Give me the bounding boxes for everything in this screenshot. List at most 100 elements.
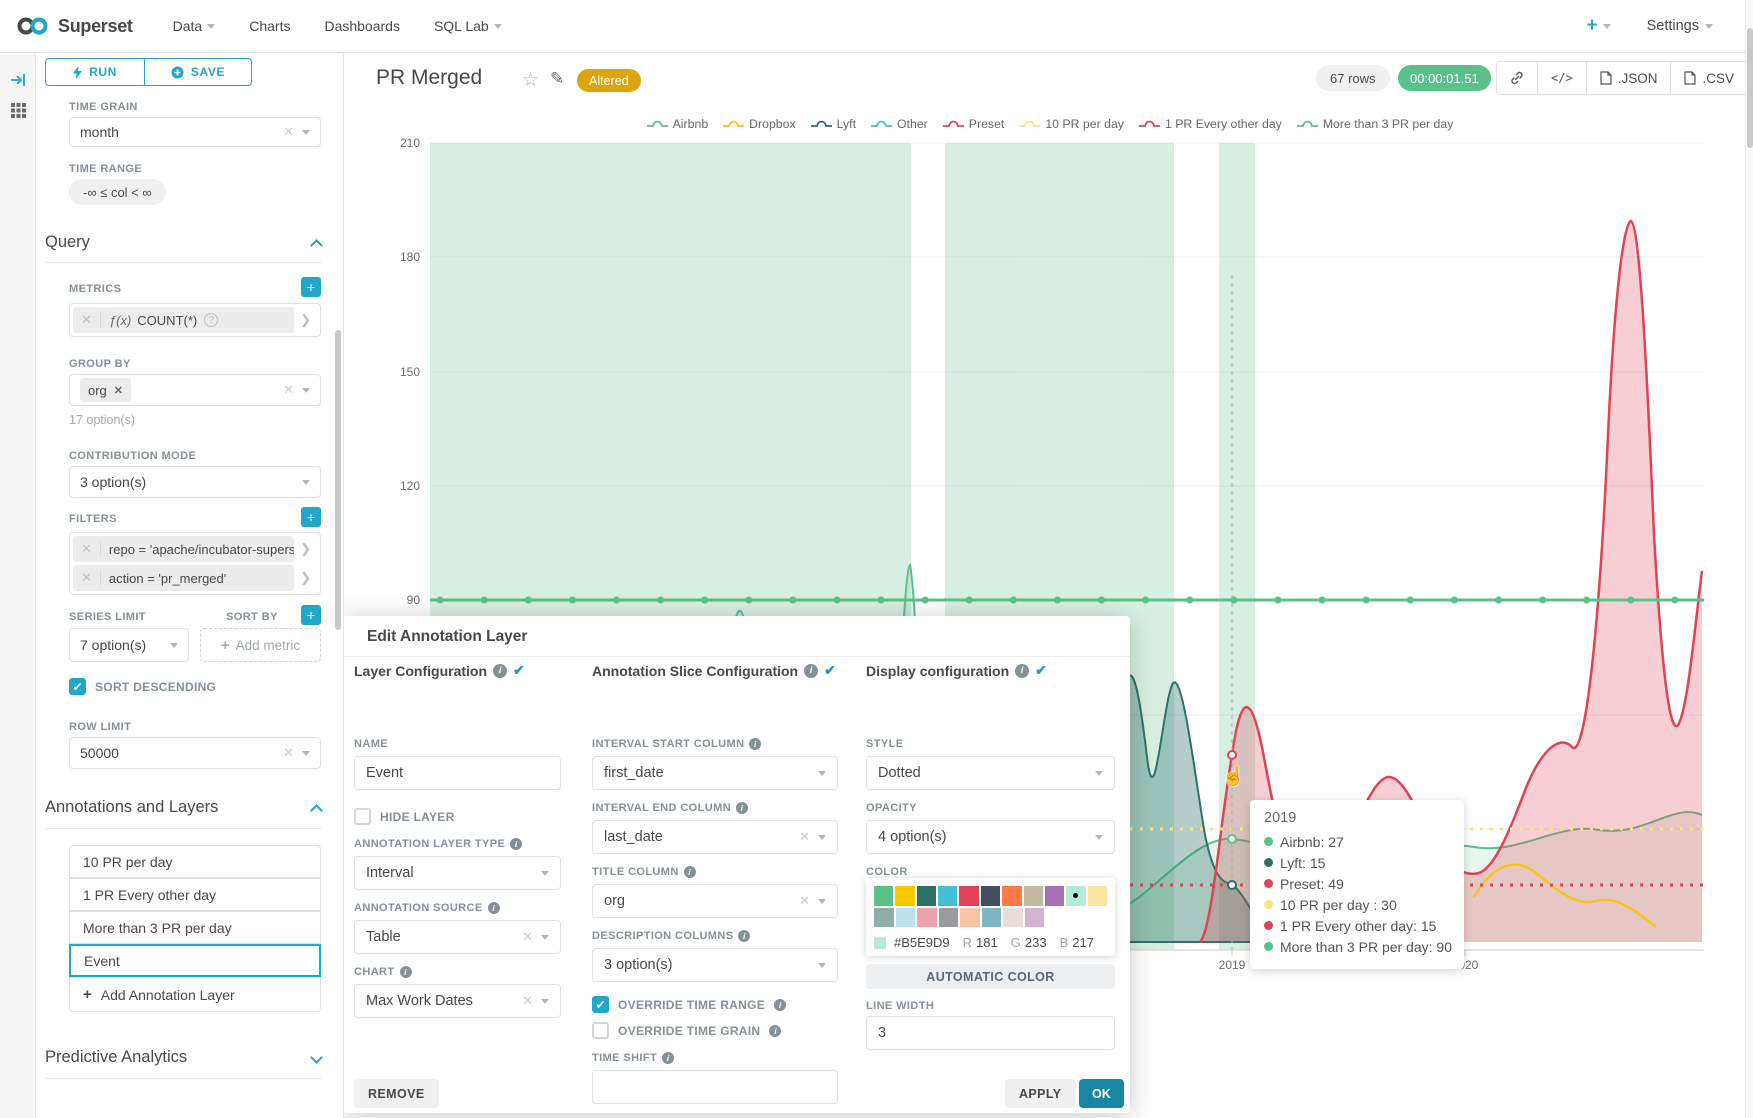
override-time-range-checkbox[interactable]: ✔ — [592, 996, 609, 1013]
nav-item-data[interactable]: Data — [173, 18, 216, 34]
clear-icon[interactable]: ✕ — [283, 745, 294, 761]
metric-chip[interactable]: ✕ ƒ(x) COUNT(*) ? — [73, 307, 294, 333]
color-swatch[interactable] — [1045, 886, 1064, 906]
color-swatch[interactable] — [1024, 886, 1043, 906]
color-swatch[interactable] — [917, 908, 937, 928]
remove-filter-icon[interactable]: ✕ — [73, 541, 101, 557]
run-button[interactable]: RUN — [45, 58, 145, 86]
save-button[interactable]: SAVE — [145, 58, 252, 86]
legend-item[interactable]: Preset — [943, 117, 1005, 131]
style-select[interactable]: Dotted — [866, 756, 1115, 790]
export-csv-button[interactable]: .CSV — [1671, 62, 1748, 94]
filter-chip[interactable]: ✕ repo = 'apache/incubator-supers... — [73, 536, 294, 562]
color-swatch[interactable] — [896, 908, 916, 928]
add-sort-metric-icon-button[interactable]: + — [301, 605, 321, 625]
new-item-button[interactable]: + — [1586, 15, 1610, 37]
hex-value[interactable]: #B5E9D9 — [894, 935, 950, 950]
line-width-input[interactable] — [866, 1016, 1115, 1050]
interval-start-select[interactable]: first_date — [592, 756, 838, 790]
r-value[interactable]: 181 — [976, 935, 998, 950]
color-swatch[interactable] — [981, 886, 1000, 906]
remove-button[interactable]: REMOVE — [354, 1079, 439, 1108]
apply-button[interactable]: APPLY — [1005, 1079, 1076, 1108]
title-column-select[interactable]: org ✕ — [592, 884, 838, 918]
nav-item-dashboards[interactable]: Dashboards — [324, 18, 400, 34]
superset-logo[interactable]: Superset — [16, 15, 133, 37]
chart-select[interactable]: Max Work Dates ✕ — [354, 984, 561, 1018]
remove-chip-icon[interactable]: ✕ — [114, 384, 123, 397]
remove-metric-icon[interactable]: ✕ — [73, 312, 101, 328]
legend-item[interactable]: Lyft — [811, 117, 856, 131]
page-scrollbar[interactable] — [1745, 0, 1753, 1118]
sort-by-add-metric[interactable]: + Add metric — [200, 628, 321, 662]
annotation-layer-item[interactable]: More than 3 PR per day — [69, 911, 321, 944]
clear-icon[interactable]: ✕ — [799, 893, 810, 909]
annotation-layer-item[interactable]: 10 PR per day — [69, 845, 321, 878]
add-filter-icon-button[interactable]: + — [301, 507, 321, 527]
annotation-layer-item[interactable]: 1 PR Every other day — [69, 878, 321, 911]
hide-layer-checkbox[interactable] — [354, 808, 371, 825]
color-swatch[interactable] — [1002, 886, 1021, 906]
g-value[interactable]: 233 — [1025, 935, 1047, 950]
annotation-layer-type-select[interactable]: Interval — [354, 856, 561, 890]
color-swatch[interactable] — [874, 908, 894, 928]
opacity-select[interactable]: 4 option(s) — [866, 820, 1115, 854]
description-columns-select[interactable]: 3 option(s) — [592, 948, 838, 982]
add-annotation-layer-button[interactable]: + Add Annotation Layer — [69, 977, 321, 1012]
nav-item-sql-lab[interactable]: SQL Lab — [434, 18, 502, 34]
time-range-pill[interactable]: -∞ ≤ col < ∞ — [69, 179, 166, 205]
color-swatch[interactable] — [959, 886, 978, 906]
legend-item[interactable]: 10 PR per day — [1019, 117, 1124, 131]
color-swatch[interactable] — [939, 908, 959, 928]
legend-item[interactable]: Dropbox — [723, 117, 795, 131]
color-swatch[interactable] — [960, 908, 980, 928]
clear-icon[interactable]: ✕ — [522, 929, 533, 945]
color-swatch[interactable] — [1025, 908, 1045, 928]
nav-item-charts[interactable]: Charts — [249, 18, 290, 34]
annotation-source-select[interactable]: Table ✕ — [354, 920, 561, 954]
expand-filter-icon[interactable]: ❯ — [294, 570, 317, 586]
legend-item[interactable]: Other — [871, 117, 928, 131]
legend-item[interactable]: Airbnb — [647, 117, 709, 131]
sort-descending-checkbox[interactable]: ✔ — [69, 678, 86, 695]
altered-badge[interactable]: Altered — [577, 69, 641, 92]
color-swatch[interactable] — [1088, 886, 1107, 906]
row-limit-select[interactable]: 50000 ✕ — [69, 737, 321, 769]
edit-properties-icon[interactable]: ✎ — [550, 69, 564, 89]
color-swatch[interactable] — [938, 886, 957, 906]
override-time-grain-checkbox[interactable] — [592, 1022, 609, 1039]
time-shift-input[interactable] — [592, 1070, 838, 1104]
panel-scrollbar[interactable] — [335, 330, 341, 630]
color-swatch[interactable] — [874, 886, 893, 906]
color-swatch[interactable] — [1003, 908, 1023, 928]
ok-button[interactable]: OK — [1079, 1079, 1124, 1108]
color-swatch[interactable] — [917, 886, 936, 906]
export-json-button[interactable]: .JSON — [1587, 62, 1672, 94]
settings-menu[interactable]: Settings — [1647, 18, 1713, 34]
favorite-star-icon[interactable]: ☆ — [522, 69, 539, 92]
add-metric-icon-button[interactable]: + — [301, 277, 321, 297]
contribution-mode-select[interactable]: 3 option(s) — [69, 466, 321, 498]
collapse-section-icon[interactable] — [310, 239, 323, 252]
group-by-select[interactable]: org ✕ ✕ — [69, 374, 321, 406]
clear-icon[interactable]: ✕ — [799, 829, 810, 845]
annotation-layer-item-selected[interactable]: Event — [69, 944, 321, 977]
embed-code-button[interactable]: </> — [1538, 62, 1587, 94]
copy-link-button[interactable] — [1497, 62, 1538, 94]
color-swatch-selected[interactable] — [1066, 886, 1085, 906]
color-swatch[interactable] — [895, 886, 914, 906]
expand-filter-icon[interactable]: ❯ — [294, 541, 317, 557]
clear-icon[interactable]: ✕ — [522, 993, 533, 1009]
color-swatch[interactable] — [982, 908, 1002, 928]
legend-item[interactable]: 1 PR Every other day — [1139, 117, 1282, 131]
remove-filter-icon[interactable]: ✕ — [73, 570, 101, 586]
interval-end-select[interactable]: last_date ✕ — [592, 820, 838, 854]
filter-chip[interactable]: ✕ action = 'pr_merged' — [73, 565, 294, 591]
series-limit-select[interactable]: 7 option(s) — [69, 628, 189, 662]
clear-icon[interactable]: ✕ — [283, 382, 294, 398]
legend-item[interactable]: More than 3 PR per day — [1297, 117, 1454, 131]
expand-datasource-icon[interactable] — [0, 65, 36, 95]
datasource-grid-icon[interactable] — [0, 95, 36, 125]
name-input[interactable] — [354, 756, 561, 790]
collapse-section-icon[interactable] — [310, 804, 323, 817]
